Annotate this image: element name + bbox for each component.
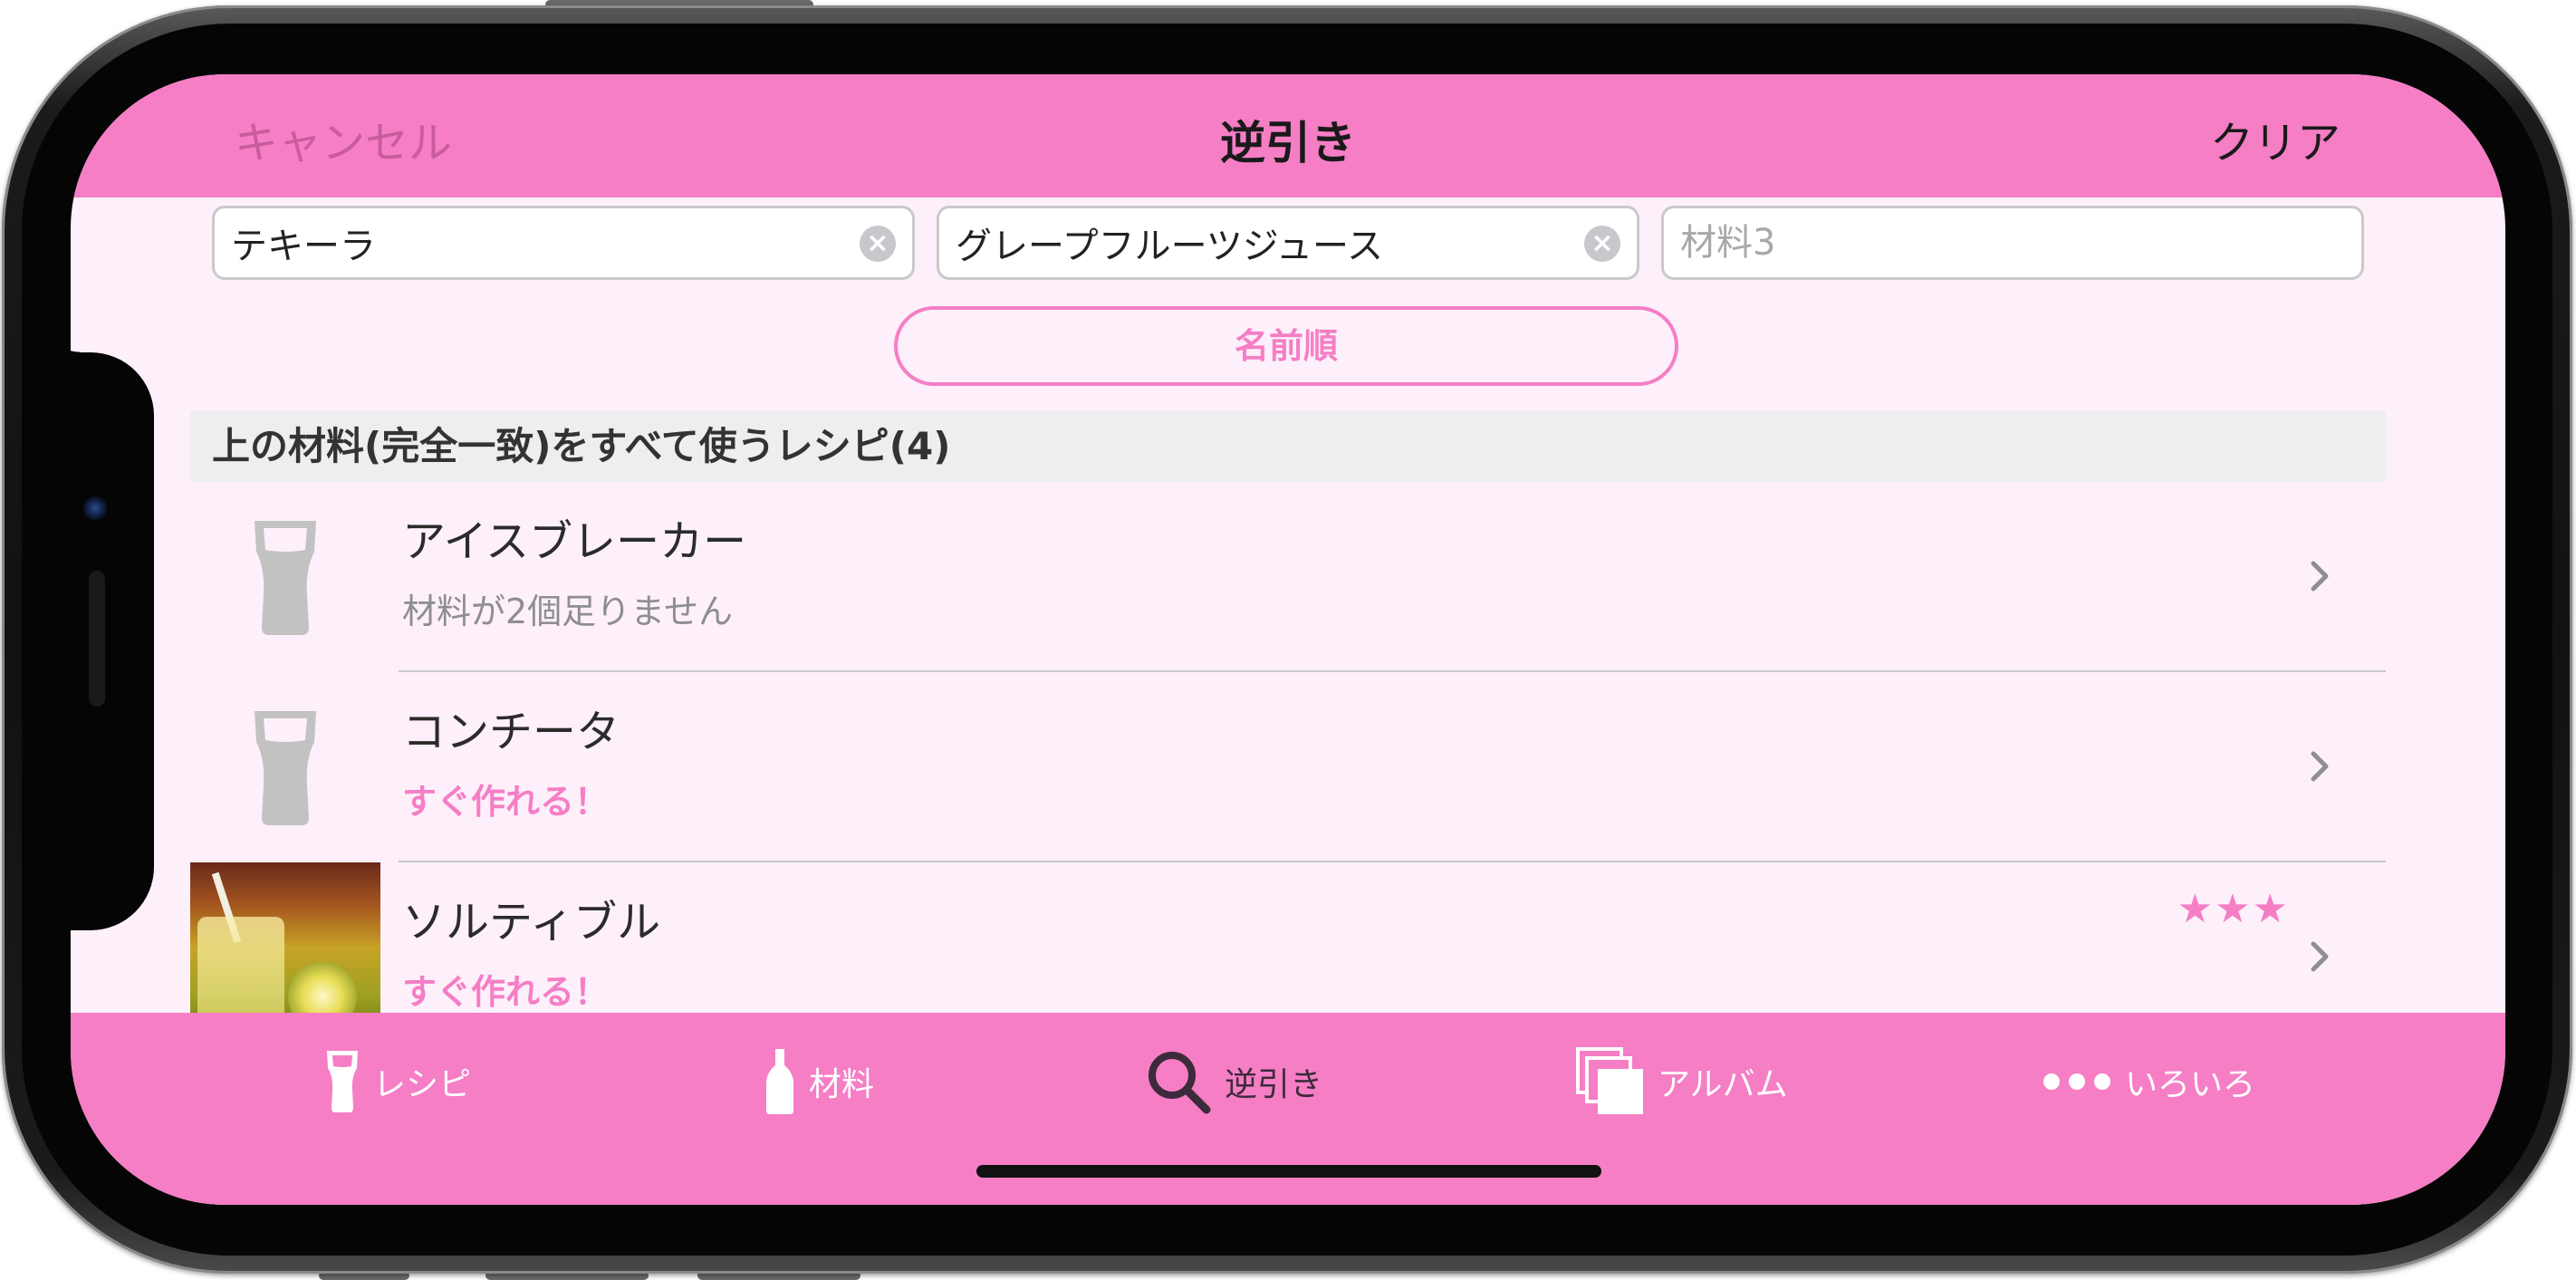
search-icon (1149, 1052, 1211, 1114)
bottle-icon (766, 1049, 793, 1114)
recipe-name: アイスブレーカー (402, 516, 747, 567)
page-title: 逆引き (1220, 117, 1356, 169)
recipe-name: コンチータ (402, 707, 620, 757)
tab-ingredients[interactable]: 材料 (764, 1045, 874, 1118)
ingredient-field-1[interactable]: × (212, 206, 915, 280)
chevron-right-icon (2311, 751, 2329, 782)
recipe-status: 材料が2個足りません (402, 592, 734, 631)
navigation-bar: キャンセル 逆引き クリア (71, 74, 2505, 197)
ingredient-field-2[interactable]: × (937, 206, 1639, 280)
recipe-name: ソルティブル (402, 897, 661, 948)
chevron-right-icon (2311, 561, 2329, 592)
home-indicator[interactable] (976, 1165, 1601, 1178)
album-icon (1576, 1047, 1643, 1114)
tab-label: 逆引き (1225, 1066, 1323, 1103)
tab-label: レシピ (373, 1066, 472, 1103)
section-header: 上の材料(完全一致)をすべて使うレシピ(4) (190, 411, 2386, 482)
glass-placeholder-icon (190, 482, 380, 672)
tab-label: 材料 (809, 1066, 875, 1103)
ingredient-input-3[interactable] (1680, 208, 2298, 277)
device-notch (71, 316, 154, 930)
tab-album[interactable]: アルバム (1576, 1045, 1788, 1118)
clear-button[interactable]: クリア (2210, 107, 2341, 170)
tab-label: アルバム (1658, 1066, 1788, 1103)
recipe-row[interactable]: コンチータ すぐ作れる！ (190, 672, 2386, 862)
recipe-status: すぐ作れる！ (402, 972, 610, 1012)
tab-more[interactable]: いろいろ (2042, 1045, 2255, 1118)
ingredient-input-2[interactable] (956, 208, 1573, 277)
ingredient-input-1[interactable] (231, 208, 849, 277)
front-camera (83, 496, 107, 520)
clear-field-icon[interactable]: × (860, 226, 896, 262)
sort-order-button[interactable]: 名前順 (894, 306, 1678, 386)
rating-stars: ★★★ (2177, 886, 2290, 932)
tab-reverse-search[interactable]: 逆引き (1145, 1045, 1322, 1118)
tab-label: いろいろ (2125, 1066, 2256, 1103)
tab-bar: レシピ 材料 逆引き アルバム いろいろ (71, 1013, 2505, 1205)
glass-placeholder-icon (190, 672, 380, 862)
glass-icon (327, 1051, 358, 1112)
chevron-right-icon (2311, 941, 2329, 972)
more-icon (2043, 1073, 2110, 1090)
clear-field-icon[interactable]: × (1584, 226, 1620, 262)
tab-recipes[interactable]: レシピ (324, 1045, 471, 1118)
earpiece-speaker (89, 571, 105, 707)
recipe-status: すぐ作れる！ (402, 782, 610, 822)
ingredient-field-3[interactable] (1661, 206, 2364, 280)
recipe-row[interactable]: アイスブレーカー 材料が2個足りません (190, 482, 2386, 672)
recipe-list: アイスブレーカー 材料が2個足りません コンチータ すぐ作れる！ ソルティブル … (190, 482, 2386, 1053)
app-screen: キャンセル 逆引き クリア × × 名前順 上の材料(完全一致)をすべて使うレシ… (71, 74, 2505, 1205)
